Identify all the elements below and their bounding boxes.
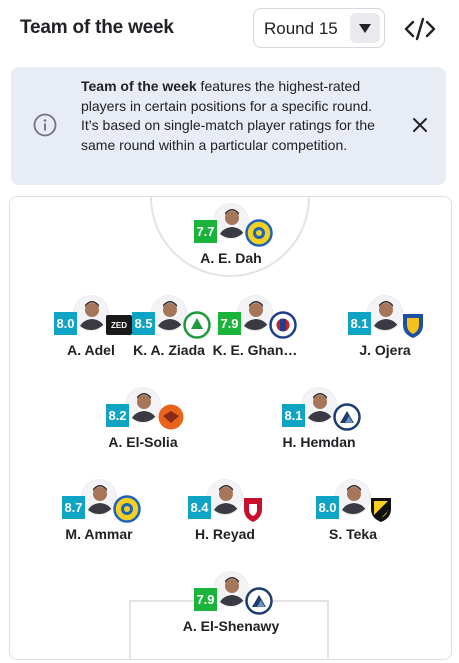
info-text-bold: Team of the week bbox=[81, 78, 197, 94]
player-card[interactable]: 8.2 A. El-Solia bbox=[78, 387, 208, 467]
info-text: Team of the week features the highest-ra… bbox=[81, 77, 381, 155]
player-card[interactable]: 7.7 A. E. Dah bbox=[166, 203, 296, 283]
round-select[interactable]: Round 15 bbox=[253, 8, 385, 48]
al-ahly-crest-icon bbox=[238, 494, 268, 524]
embed-code-icon[interactable] bbox=[402, 14, 438, 44]
player-rating-badge: 8.0 bbox=[316, 496, 339, 519]
player-card[interactable]: 8.4 H. Reyad bbox=[160, 479, 290, 559]
player-card[interactable]: 7.9 A. El-Shenawy bbox=[166, 571, 296, 651]
player-name: A. El-Shenawy bbox=[182, 618, 280, 634]
player-rating-badge: 7.9 bbox=[218, 312, 241, 335]
player-rating-badge: 8.0 bbox=[54, 312, 77, 335]
player-card[interactable]: 8.1 H. Hemdan bbox=[254, 387, 384, 467]
pyramids-crest-icon bbox=[244, 586, 274, 616]
player-name: K. E. Ghan… bbox=[212, 342, 298, 358]
player-name: A. El-Solia bbox=[108, 434, 178, 450]
player-card[interactable]: 8.7 M. Ammar bbox=[34, 479, 164, 559]
player-rating-badge: 8.4 bbox=[188, 496, 211, 519]
red-blue-crest-icon bbox=[268, 310, 298, 340]
player-card[interactable]: 8.0 S. Teka bbox=[288, 479, 418, 559]
player-rating-badge: 8.1 bbox=[348, 312, 371, 335]
player-name: A. E. Dah bbox=[200, 250, 262, 266]
player-rating-badge: 8.2 bbox=[106, 404, 129, 427]
chevron-down-icon[interactable] bbox=[350, 13, 380, 43]
player-name: H. Hemdan bbox=[282, 434, 356, 450]
yellow-black-shield-icon bbox=[366, 494, 396, 524]
yellow-blue-crest-icon bbox=[244, 218, 274, 248]
blue-gold-shield-icon bbox=[398, 310, 428, 340]
yellow-blue-crest-icon bbox=[112, 494, 142, 524]
widget-header: Team of the week Round 15 bbox=[0, 0, 459, 58]
info-banner: Team of the week features the highest-ra… bbox=[11, 67, 446, 185]
player-rating-badge: 7.7 bbox=[194, 220, 217, 243]
round-select-value: Round 15 bbox=[264, 19, 338, 38]
player-rating-badge: 8.1 bbox=[282, 404, 305, 427]
widget-title: Team of the week bbox=[20, 17, 174, 38]
pyramids-crest-icon bbox=[332, 402, 362, 432]
info-icon bbox=[33, 113, 57, 137]
player-card[interactable]: 8.1 J. Ojera bbox=[320, 295, 450, 375]
player-name: S. Teka bbox=[329, 526, 377, 542]
player-name: M. Ammar bbox=[65, 526, 133, 542]
player-rating-badge: 8.5 bbox=[132, 312, 155, 335]
close-icon[interactable] bbox=[411, 116, 429, 134]
player-rating-badge: 8.7 bbox=[62, 496, 85, 519]
player-card[interactable]: 7.9 K. E. Ghan… bbox=[190, 295, 320, 375]
player-name: J. Ojera bbox=[359, 342, 411, 358]
player-name: H. Reyad bbox=[195, 526, 255, 542]
orange-eagle-crest-icon bbox=[156, 402, 186, 432]
player-rating-badge: 7.9 bbox=[194, 588, 217, 611]
